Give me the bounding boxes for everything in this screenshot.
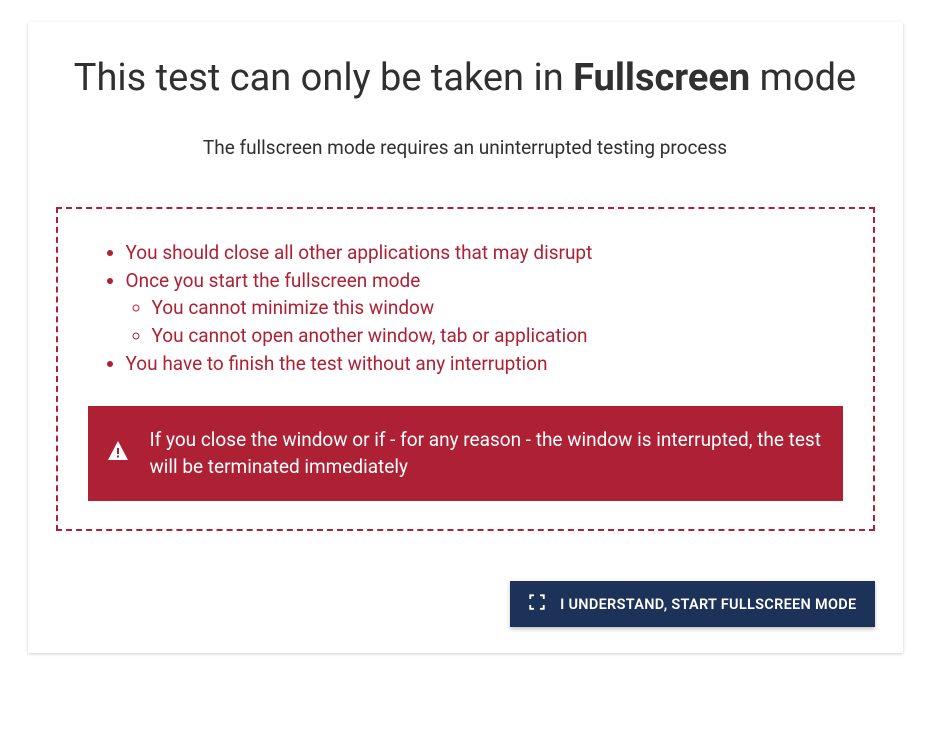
rule-item-text: Once you start the fullscreen mode [126,269,421,292]
title-bold: Fullscreen [573,56,750,100]
page-title: This test can only be taken in Fullscree… [56,56,875,100]
rules-sublist: You cannot minimize this window You cann… [126,294,843,349]
subtitle: The fullscreen mode requires an uninterr… [56,136,875,159]
fullscreen-icon [528,593,546,615]
fullscreen-notice-card: This test can only be taken in Fullscree… [28,22,903,653]
alert-text: If you close the window or if - for any … [150,426,825,481]
rules-list: You should close all other applications … [88,239,843,378]
title-suffix: mode [750,56,856,100]
rule-subitem: You cannot minimize this window [152,294,843,322]
rule-item: Once you start the fullscreen mode You c… [126,267,843,350]
start-button-label: I UNDERSTAND, START FULLSCREEN MODE [560,596,856,613]
rule-item: You should close all other applications … [126,239,843,267]
rule-item: You have to finish the test without any … [126,350,843,378]
button-row: I UNDERSTAND, START FULLSCREEN MODE [56,581,875,627]
rule-subitem: You cannot open another window, tab or a… [152,322,843,350]
warning-icon [106,439,130,467]
start-fullscreen-button[interactable]: I UNDERSTAND, START FULLSCREEN MODE [510,581,874,627]
title-prefix: This test can only be taken in [74,56,573,100]
rules-box: You should close all other applications … [56,207,875,531]
termination-alert: If you close the window or if - for any … [88,406,843,501]
